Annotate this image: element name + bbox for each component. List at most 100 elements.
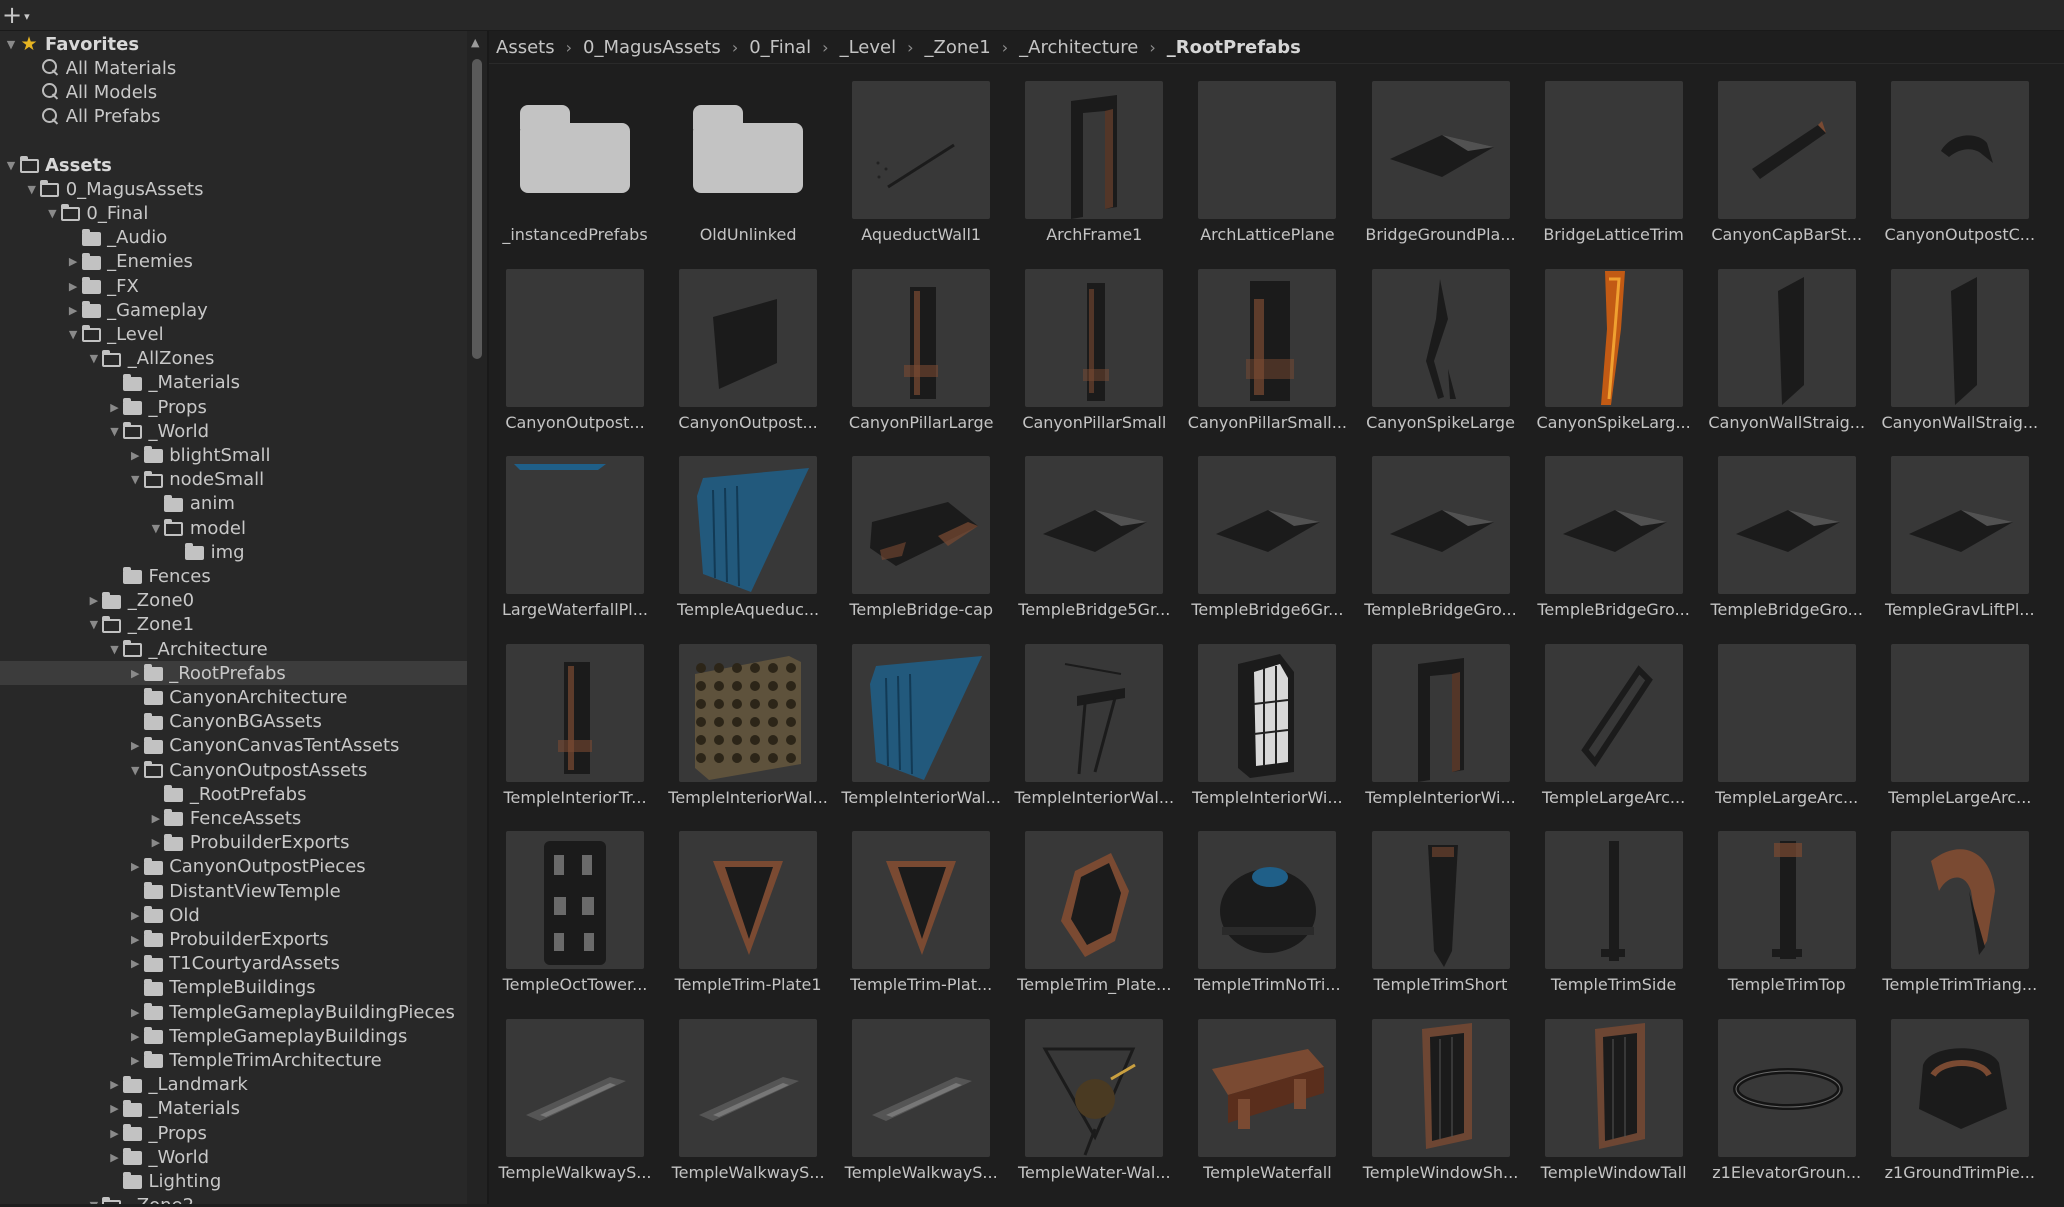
expand-arrow-down-icon[interactable]: ▼ [108,637,122,661]
expand-arrow-right-icon[interactable]: ▶ [149,831,163,855]
grid-prefab-item[interactable]: TempleTrim-Plate1 [649,831,822,1019]
tree-item[interactable]: ▼ 0_Final [0,201,467,225]
grid-prefab-item[interactable]: ArchFrame1 [995,81,1168,269]
expand-arrow-right-icon[interactable]: ▶ [128,661,142,685]
grid-prefab-item[interactable]: TempleGravLiftPl... [1861,456,2035,644]
grid-prefab-item[interactable]: TempleBridgeGro... [1342,456,1517,644]
grid-prefab-item[interactable]: TempleTrimShort [1342,831,1515,1019]
breadcrumb-item[interactable]: _Zone1 [922,37,992,58]
expand-arrow-right-icon[interactable]: ▶ [128,734,142,758]
tree-item[interactable]: All Prefabs [0,105,467,129]
grid-prefab-item[interactable]: BridgeLatticeTrim [1515,81,1688,269]
grid-prefab-item[interactable]: TempleWaterfall [1168,1019,1341,1207]
grid-prefab-item[interactable]: TempleBridge6Gr... [1168,456,1343,644]
tree-item[interactable]: ▼ Assets [0,153,467,177]
grid-prefab-item[interactable]: TempleTrimSide [1515,831,1688,1019]
grid-folder-item[interactable]: _instancedPrefabs [476,81,649,269]
expand-arrow-right-icon[interactable]: ▶ [66,250,80,274]
tree-item[interactable]: ▶ FenceAssets [0,806,467,830]
expand-arrow-down-icon[interactable]: ▼ [25,177,39,201]
grid-prefab-item[interactable]: BridgeGroundPla... [1342,81,1516,269]
tree-item[interactable]: ▼ CanyonOutpostAssets [0,758,467,782]
grid-prefab-item[interactable]: ArchLatticePlane [1168,81,1341,269]
tree-item[interactable]: ▶ ProbuilderExports [0,831,467,855]
tree-item[interactable]: All Materials [0,56,467,80]
expand-arrow-right-icon[interactable]: ▶ [128,927,142,951]
expand-arrow-right-icon[interactable]: ▶ [108,395,122,419]
expand-arrow-right-icon[interactable]: ▶ [108,1097,122,1121]
grid-prefab-item[interactable]: CanyonSpikeLarg... [1515,268,1691,457]
tree-item[interactable]: ▼ _Architecture [0,637,467,661]
expand-arrow-down-icon[interactable]: ▼ [87,347,101,371]
expand-arrow-right-icon[interactable]: ▶ [108,1121,122,1145]
expand-arrow-right-icon[interactable]: ▶ [128,443,142,467]
grid-prefab-item[interactable]: TempleLargeArc... [1515,643,1688,832]
grid-prefab-item[interactable]: TempleTrim-Plat... [822,831,995,1019]
tree-item[interactable]: All Models [0,80,467,104]
tree-item[interactable]: ▶ _FX [0,274,467,298]
expand-arrow-down-icon[interactable]: ▼ [149,516,163,540]
grid-prefab-item[interactable]: TempleInteriorWi... [1342,643,1516,832]
grid-prefab-item[interactable]: TempleWalkwayS... [649,1019,825,1207]
grid-prefab-item[interactable]: CanyonOutpost... [649,268,822,457]
tree-item[interactable]: ▶ TempleTrimArchitecture [0,1048,467,1072]
expand-arrow-down-icon[interactable]: ▼ [4,153,18,177]
grid-prefab-item[interactable]: CanyonOutpostC... [1861,81,2035,269]
grid-prefab-item[interactable]: TempleTrimNoTri... [1168,831,1341,1019]
tree-item[interactable]: CanyonBGAssets [0,710,467,734]
tree-item[interactable]: ▶ ProbuilderExports [0,927,467,951]
tree-item[interactable]: ▶ CanyonOutpostPieces [0,855,467,879]
grid-prefab-item[interactable]: TempleWalkwayS... [822,1019,998,1207]
tree-item[interactable]: Lighting [0,1169,467,1193]
grid-prefab-item[interactable]: TempleBridge-cap [822,456,995,644]
tree-item[interactable]: ▶ Old [0,903,467,927]
tree-item[interactable]: ▼ nodeSmall [0,468,467,492]
grid-prefab-item[interactable]: TempleAqueduc... [649,456,822,644]
tree-item[interactable]: ▶ _Props [0,395,467,419]
grid-prefab-item[interactable]: TempleWindowTall [1515,1019,1688,1207]
breadcrumb-item[interactable]: 0_Final [747,37,813,58]
breadcrumb-item[interactable]: _RootPrefabs [1165,37,1303,58]
expand-arrow-down-icon[interactable]: ▼ [128,468,142,492]
grid-prefab-item[interactable]: CanyonPillarLarge [822,268,995,457]
grid-prefab-item[interactable]: TempleInteriorWal... [649,643,828,832]
grid-prefab-item[interactable]: TempleInteriorTr... [476,643,649,832]
tree-item[interactable]: ▶ TempleGameplayBuildings [0,1024,467,1048]
tree-item[interactable]: CanyonArchitecture [0,685,467,709]
grid-prefab-item[interactable]: TempleBridgeGro... [1515,456,1690,644]
grid-prefab-item[interactable]: TempleLargeArc... [1688,643,1861,832]
tree-item[interactable]: ▶ CanyonCanvasTentAssets [0,734,467,758]
grid-prefab-item[interactable]: TempleBridge5Gr... [995,456,1170,644]
grid-prefab-item[interactable]: TempleInteriorWal... [822,643,1001,832]
grid-prefab-item[interactable]: z1GroundTrimPie... [1861,1019,2035,1207]
tree-item[interactable]: _RootPrefabs [0,782,467,806]
grid-prefab-item[interactable]: LargeWaterfallPl... [476,456,649,644]
tree-item[interactable]: ▼ _Zone2 [0,1194,467,1204]
tree-item[interactable]: ▼ _World [0,419,467,443]
expand-arrow-right-icon[interactable]: ▶ [149,806,163,830]
expand-arrow-down-icon[interactable]: ▼ [45,201,59,225]
grid-prefab-item[interactable]: AqueductWall1 [822,81,995,269]
tree-item[interactable]: _Audio [0,226,467,250]
expand-arrow-right-icon[interactable]: ▶ [128,1000,142,1024]
expand-arrow-down-icon[interactable]: ▼ [87,1194,101,1204]
tree-item[interactable]: ▶ _World [0,1145,467,1169]
expand-arrow-right-icon[interactable]: ▶ [128,903,142,927]
tree-item[interactable]: ▶ _Props [0,1121,467,1145]
tree-item[interactable]: TempleBuildings [0,976,467,1000]
scroll-up-icon[interactable]: ▲ [471,36,479,49]
grid-prefab-item[interactable]: TempleTrimTriang... [1861,831,2037,1019]
tree-item[interactable]: img [0,540,467,564]
grid-prefab-item[interactable]: CanyonPillarSmall [995,268,1168,457]
breadcrumb-item[interactable]: 0_MagusAssets [581,37,723,58]
expand-arrow-down-icon[interactable]: ▼ [128,758,142,782]
tree-item[interactable]: ▶ _Materials [0,1097,467,1121]
grid-prefab-item[interactable]: CanyonOutpost... [476,268,649,457]
tree-item[interactable]: ▶ _RootPrefabs [0,661,467,686]
grid-prefab-item[interactable]: TempleWindowSh... [1342,1019,1518,1207]
tree-item[interactable]: anim [0,492,467,516]
tree-item[interactable]: ▼ _AllZones [0,347,467,371]
breadcrumb-item[interactable]: _Level [838,37,899,58]
expand-arrow-right-icon[interactable]: ▶ [108,1145,122,1169]
expand-arrow-right-icon[interactable]: ▶ [66,298,80,322]
